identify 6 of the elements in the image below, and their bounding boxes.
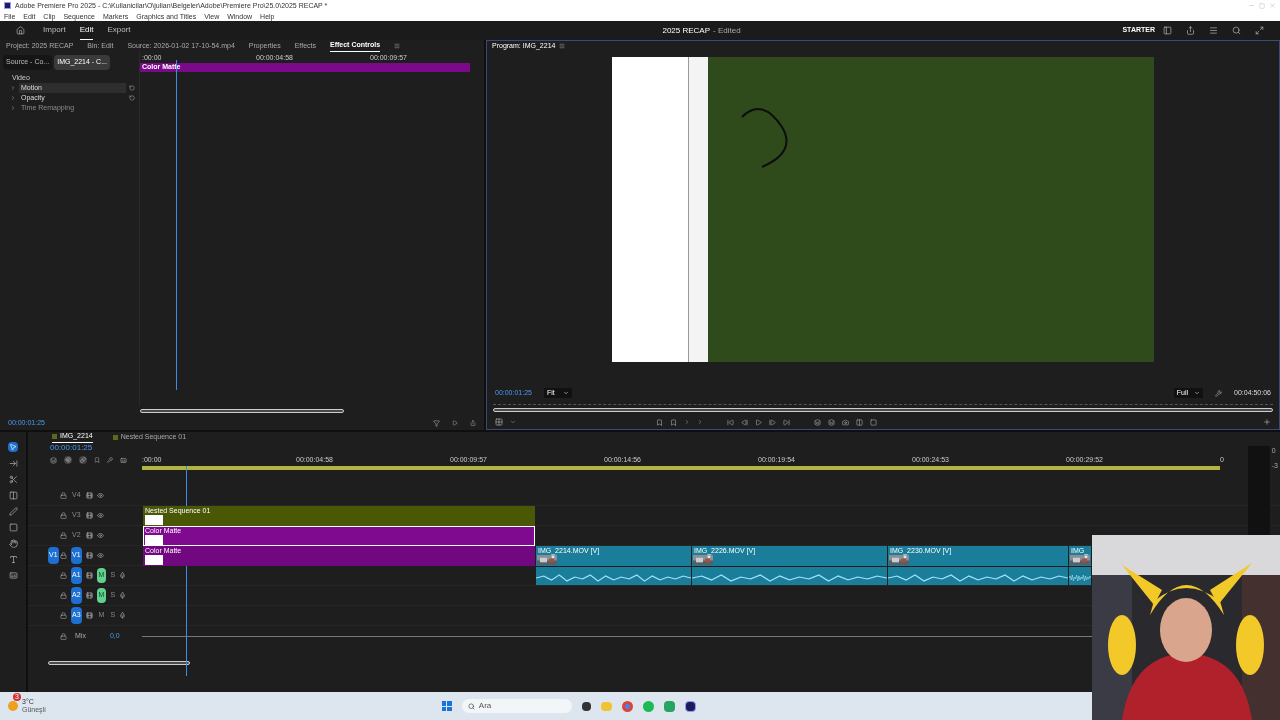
workspace-tab[interactable]: Export <box>107 21 131 40</box>
workspace-tab[interactable]: Import <box>43 21 66 40</box>
timecode[interactable]: 00:00:01:25 <box>50 442 93 454</box>
save-status: - Edited <box>713 24 741 37</box>
project-title: 2025 RECAP <box>662 24 711 37</box>
search-field[interactable]: Ara <box>461 699 572 713</box>
